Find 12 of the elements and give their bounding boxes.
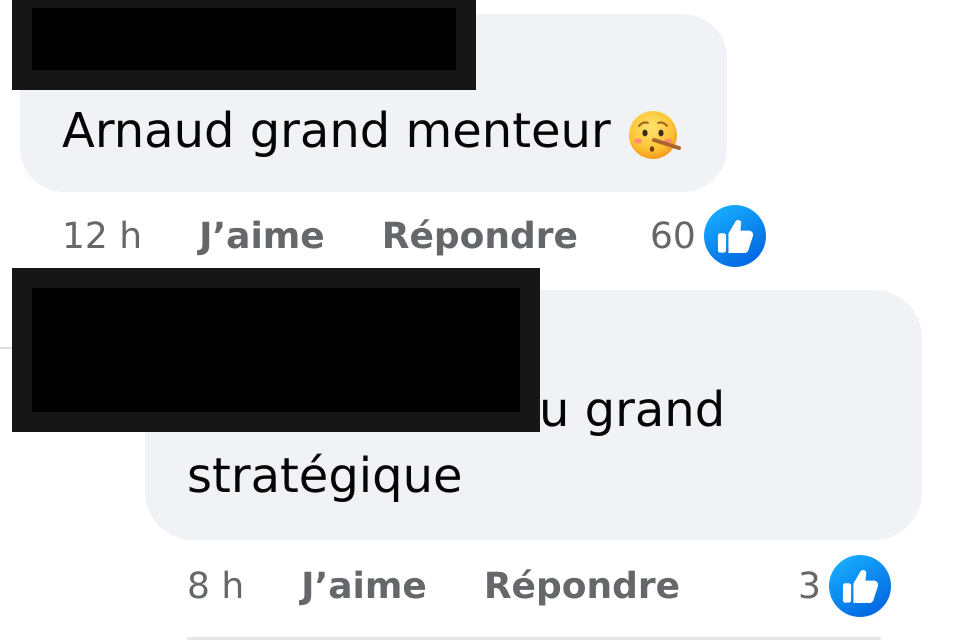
comment-time[interactable]: 12 h <box>62 216 142 256</box>
thumbs-up-icon[interactable] <box>828 555 891 617</box>
reaction-count[interactable]: 60 <box>650 216 696 256</box>
reply-link[interactable]: Répondre <box>484 566 680 606</box>
thumbs-up-icon[interactable] <box>704 205 766 267</box>
like-link[interactable]: J’aime <box>301 566 427 606</box>
like-link[interactable]: J’aime <box>199 216 325 256</box>
reaction-count[interactable]: 3 <box>798 566 821 606</box>
comment-text: Arnaud grand menteur <box>62 103 611 159</box>
comment-time[interactable]: 8 h <box>187 566 244 606</box>
reply-link[interactable]: Répondre <box>382 216 578 256</box>
comment-text: u grand stratégique <box>187 382 726 504</box>
